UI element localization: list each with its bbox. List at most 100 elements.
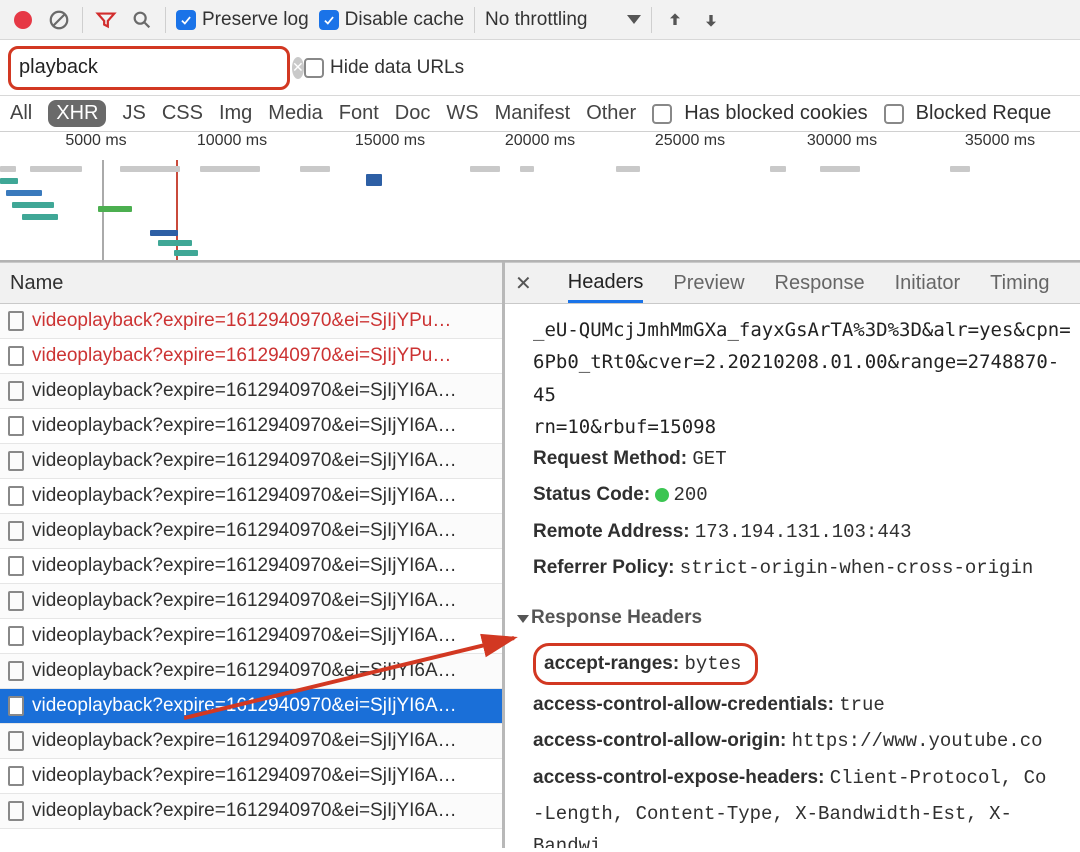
status-code: Status Code: 200 — [533, 479, 1080, 511]
network-timeline[interactable]: 5000 ms 10000 ms 15000 ms 20000 ms 25000… — [0, 132, 1080, 262]
request-details-pane: ✕ Headers Preview Response Initiator Tim… — [505, 262, 1080, 848]
remote-address: Remote Address: 173.194.131.103:443 — [533, 516, 1080, 548]
filter-bar: ✕ Hide data URLs — [0, 40, 1080, 96]
timeline-ticks: 5000 ms 10000 ms 15000 ms 20000 ms 25000… — [0, 132, 1080, 160]
type-ws[interactable]: WS — [446, 102, 478, 125]
close-details-icon[interactable]: ✕ — [515, 271, 532, 296]
request-row[interactable]: videoplayback?expire=1612940970&ei=SjIjY… — [0, 619, 502, 654]
response-headers-section[interactable]: Response Headers — [519, 602, 1080, 634]
request-row[interactable]: videoplayback?expire=1612940970&ei=SjIjY… — [0, 479, 502, 514]
request-row[interactable]: videoplayback?expire=1612940970&ei=SjIjY… — [0, 514, 502, 549]
request-row[interactable]: videoplayback?expire=1612940970&ei=SjIjY… — [0, 444, 502, 479]
type-xhr[interactable]: XHR — [48, 100, 106, 127]
tab-headers[interactable]: Headers — [568, 271, 644, 303]
tick-label: 20000 ms — [505, 132, 575, 150]
request-row[interactable]: videoplayback?expire=1612940970&ei=SjIjY… — [0, 549, 502, 584]
hide-data-urls-label: Hide data URLs — [330, 57, 464, 79]
request-row[interactable]: videoplayback?expire=1612940970&ei=SjIjY… — [0, 409, 502, 444]
tab-preview[interactable]: Preview — [673, 272, 744, 295]
request-row[interactable]: videoplayback?expire=1612940970&ei=SjIjY… — [0, 374, 502, 409]
request-name: videoplayback?expire=1612940970&ei=SjIjY… — [32, 800, 457, 822]
checkbox-empty-icon — [884, 104, 904, 124]
tick-label: 10000 ms — [197, 132, 267, 150]
tick-label: 15000 ms — [355, 132, 425, 150]
request-url: _eU-QUMcjJmhMmGXa_fayxGsArTA%3D%3D&alr=y… — [533, 314, 1080, 443]
chevron-down-icon — [627, 15, 641, 24]
file-icon — [8, 591, 24, 611]
type-css[interactable]: CSS — [162, 102, 203, 125]
type-js[interactable]: JS — [122, 102, 145, 125]
filter-input[interactable] — [11, 54, 292, 81]
type-doc[interactable]: Doc — [395, 102, 431, 125]
request-name: videoplayback?expire=1612940970&ei=SjIjY… — [32, 520, 457, 542]
request-name: videoplayback?expire=1612940970&ei=SjIjY… — [32, 625, 457, 647]
request-list-pane: Name videoplayback?expire=1612940970&ei=… — [0, 262, 505, 848]
file-icon — [8, 696, 24, 716]
download-har-icon[interactable] — [698, 7, 724, 33]
request-list[interactable]: videoplayback?expire=1612940970&ei=SjIjY… — [0, 304, 502, 848]
request-row[interactable]: videoplayback?expire=1612940970&ei=SjIjY… — [0, 724, 502, 759]
type-img[interactable]: Img — [219, 102, 252, 125]
request-name: videoplayback?expire=1612940970&ei=SjIjY… — [32, 765, 457, 787]
request-name: videoplayback?expire=1612940970&ei=SjIjY… — [32, 695, 457, 717]
throttling-select[interactable]: No throttling — [485, 9, 641, 31]
referrer-policy: Referrer Policy: strict-origin-when-cros… — [533, 552, 1080, 584]
file-icon — [8, 346, 24, 366]
clear-icon[interactable] — [46, 7, 72, 33]
file-icon — [8, 556, 24, 576]
request-name: videoplayback?expire=1612940970&ei=SjIjY… — [32, 450, 457, 472]
request-row[interactable]: videoplayback?expire=1612940970&ei=SjIjY… — [0, 584, 502, 619]
type-manifest[interactable]: Manifest — [495, 102, 571, 125]
request-row[interactable]: videoplayback?expire=1612940970&ei=SjIjY… — [0, 304, 502, 339]
throttling-label: No throttling — [485, 9, 587, 31]
file-icon — [8, 451, 24, 471]
file-icon — [8, 486, 24, 506]
type-media[interactable]: Media — [268, 102, 322, 125]
status-dot-icon — [655, 488, 669, 502]
record-icon[interactable] — [10, 7, 36, 33]
name-column-header[interactable]: Name — [0, 262, 502, 304]
tab-initiator[interactable]: Initiator — [895, 272, 961, 295]
file-icon — [8, 381, 24, 401]
tick-label: 25000 ms — [655, 132, 725, 150]
tab-response[interactable]: Response — [775, 272, 865, 295]
file-icon — [8, 801, 24, 821]
request-name: videoplayback?expire=1612940970&ei=SjIjY… — [32, 660, 457, 682]
header-aceh-cont: -Length, Content-Type, X-Bandwidth-Est, … — [533, 798, 1080, 848]
checkbox-empty-icon — [652, 104, 672, 124]
hide-data-urls-checkbox[interactable]: Hide data URLs — [304, 57, 464, 79]
request-name: videoplayback?expire=1612940970&ei=SjIjY… — [32, 730, 457, 752]
type-other[interactable]: Other — [586, 102, 636, 125]
tick-label: 5000 ms — [65, 132, 126, 150]
check-icon — [319, 10, 339, 30]
request-name: videoplayback?expire=1612940970&ei=SjIjY… — [32, 380, 457, 402]
accept-ranges-highlight: accept-ranges: bytes — [533, 643, 758, 685]
disable-cache-label: Disable cache — [345, 9, 464, 31]
blocked-cookies-label: Has blocked cookies — [684, 102, 867, 125]
details-tabs: ✕ Headers Preview Response Initiator Tim… — [505, 262, 1080, 304]
request-name: videoplayback?expire=1612940970&ei=SjIjY… — [32, 555, 457, 577]
request-row[interactable]: videoplayback?expire=1612940970&ei=SjIjY… — [0, 794, 502, 829]
blocked-cookies-checkbox[interactable]: Has blocked cookies — [652, 102, 867, 125]
type-all[interactable]: All — [10, 102, 32, 125]
filter-input-highlight: ✕ — [8, 46, 290, 90]
request-row[interactable]: videoplayback?expire=1612940970&ei=SjIjY… — [0, 759, 502, 794]
preserve-log-checkbox[interactable]: Preserve log — [176, 9, 309, 31]
file-icon — [8, 626, 24, 646]
headers-panel: _eU-QUMcjJmhMmGXa_fayxGsArTA%3D%3D&alr=y… — [505, 304, 1080, 848]
filter-icon[interactable] — [93, 7, 119, 33]
tick-label: 30000 ms — [807, 132, 877, 150]
tab-timing[interactable]: Timing — [990, 272, 1049, 295]
check-icon — [176, 10, 196, 30]
type-font[interactable]: Font — [339, 102, 379, 125]
request-row[interactable]: videoplayback?expire=1612940970&ei=SjIjY… — [0, 339, 502, 374]
devtools-toolbar: Preserve log Disable cache No throttling — [0, 0, 1080, 40]
file-icon — [8, 521, 24, 541]
blocked-requests-checkbox[interactable]: Blocked Reque — [884, 102, 1052, 125]
search-icon[interactable] — [129, 7, 155, 33]
upload-har-icon[interactable] — [662, 7, 688, 33]
request-row[interactable]: videoplayback?expire=1612940970&ei=SjIjY… — [0, 689, 502, 724]
disable-cache-checkbox[interactable]: Disable cache — [319, 9, 464, 31]
clear-filter-icon[interactable]: ✕ — [292, 57, 304, 79]
request-row[interactable]: videoplayback?expire=1612940970&ei=SjIjY… — [0, 654, 502, 689]
